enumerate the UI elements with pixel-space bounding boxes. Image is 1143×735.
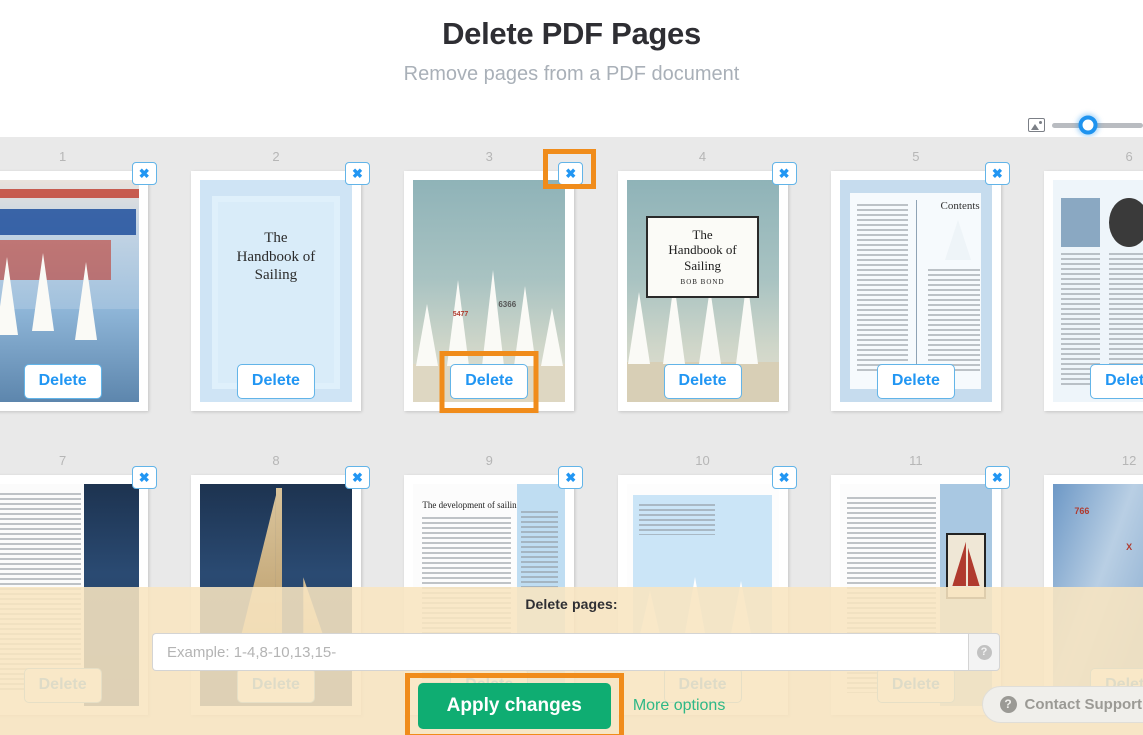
- more-options-link[interactable]: More options: [633, 697, 726, 715]
- close-page-button[interactable]: ✖: [131, 162, 157, 185]
- thumbnail-byline: BOB BOND: [680, 278, 725, 287]
- page-subtitle: Remove pages from a PDF document: [403, 63, 740, 85]
- page-thumbnail[interactable]: Contents ✖ Delete: [830, 162, 1010, 411]
- close-page-button[interactable]: ✖: [344, 162, 370, 185]
- delete-pages-label: Delete pages:: [525, 596, 618, 612]
- close-page-button[interactable]: ✖: [984, 162, 1010, 185]
- close-page-button[interactable]: ✖: [771, 466, 797, 489]
- page-title: Delete PDF Pages: [442, 16, 701, 51]
- page-header: Delete PDF Pages Remove pages from a PDF…: [0, 0, 1143, 137]
- delete-page-button[interactable]: Delete: [450, 364, 529, 399]
- page-thumbnail[interactable]: ✖ Delete: [1044, 171, 1143, 411]
- apply-changes-wrapper: Apply changes: [404, 673, 624, 735]
- page-thumbnail[interactable]: The Handbook of Sailing ✖ Delete: [190, 162, 370, 411]
- close-page-button[interactable]: ✖: [131, 466, 157, 489]
- zoom-slider-control[interactable]: [1028, 112, 1143, 138]
- page-number: 12: [1121, 453, 1137, 468]
- delete-page-button[interactable]: Delete: [23, 364, 102, 399]
- question-circle-icon: ?: [999, 696, 1017, 713]
- delete-pdf-pages-app: Delete PDF Pages Remove pages from a PDF…: [0, 0, 1143, 735]
- thumbnail-title-text: The Handbook of Sailing: [236, 229, 316, 284]
- pages-input-row: ?: [152, 633, 1000, 671]
- image-icon: [1028, 118, 1045, 132]
- delete-page-button[interactable]: Delete: [663, 364, 742, 399]
- panel-actions: Apply changes More options: [0, 673, 1143, 735]
- delete-page-button[interactable]: Delete: [1090, 364, 1143, 399]
- page-thumbnail[interactable]: 5477 6366 ✖ Delete: [404, 149, 597, 413]
- pages-help-button[interactable]: ?: [968, 633, 1000, 671]
- page-cell: 4 The Handbook of Sailing BOB BOND ✖ Del…: [596, 137, 809, 411]
- zoom-slider-track[interactable]: [1052, 115, 1143, 135]
- close-page-button[interactable]: ✖: [984, 466, 1010, 489]
- zoom-slider-handle[interactable]: [1078, 115, 1098, 135]
- contact-support-label: Contact Support: [1024, 696, 1143, 713]
- delete-page-button[interactable]: Delete: [236, 364, 315, 399]
- page-cell: 5 Contents ✖ Delete: [809, 137, 1022, 411]
- question-mark-icon: ?: [976, 644, 992, 660]
- close-page-button[interactable]: ✖: [344, 466, 370, 489]
- close-page-button[interactable]: ✖: [558, 466, 584, 489]
- close-page-button[interactable]: ✖: [771, 162, 797, 185]
- page-cell: 3 5477 6366 ✖ Delete: [383, 137, 597, 413]
- close-page-button[interactable]: ✖: [558, 162, 584, 185]
- page-thumbnail[interactable]: ✖ Delete: [0, 162, 157, 411]
- delete-page-button[interactable]: Delete: [876, 364, 955, 399]
- delete-pages-input[interactable]: [152, 633, 968, 671]
- page-number: 6: [1125, 149, 1133, 164]
- contact-support-button[interactable]: ? Contact Support: [981, 686, 1143, 723]
- page-cell: 6 ✖ Delete: [1022, 137, 1143, 411]
- delete-pages-panel: Delete pages: ? Apply changes More optio…: [0, 587, 1143, 735]
- page-cell: 2 The Handbook of Sailing ✖ Delete: [169, 137, 382, 411]
- apply-changes-button[interactable]: Apply changes: [417, 683, 611, 729]
- thumbnail-title-text: The Handbook of Sailing BOB BOND: [646, 215, 759, 298]
- page-thumbnail[interactable]: The Handbook of Sailing BOB BOND ✖ Delete: [617, 162, 797, 411]
- page-cell: 1 ✖ Delete: [0, 137, 169, 411]
